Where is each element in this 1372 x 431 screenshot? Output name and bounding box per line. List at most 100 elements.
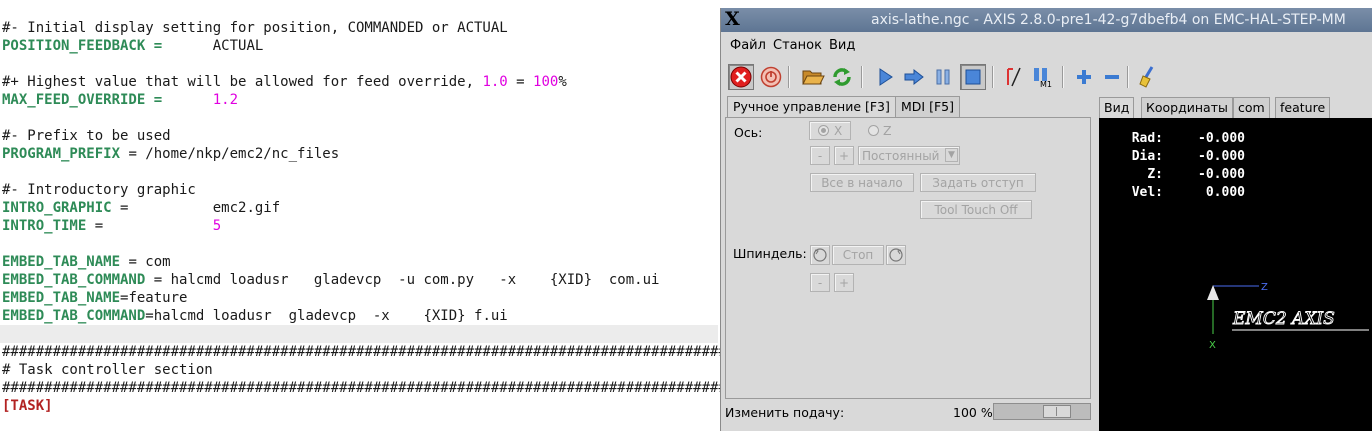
tab-coordinates[interactable]: Координаты xyxy=(1141,97,1233,118)
config-text: =halcmd loadusr gladevcp -x {XID} f.ui xyxy=(145,308,508,324)
editor-line: POSITION_FEEDBACK = ACTUAL xyxy=(2,37,263,55)
preview-x-label: X xyxy=(1209,340,1216,351)
pause-button[interactable] xyxy=(930,64,956,90)
config-text: #- Introductory graphic xyxy=(2,182,196,198)
estop-button[interactable] xyxy=(728,64,754,90)
editor-line: #- Prefix to be used xyxy=(2,127,171,145)
machine-power-button[interactable] xyxy=(758,64,784,90)
tab-manual[interactable]: Ручное управление [F3] xyxy=(727,96,896,119)
spindle-ccw-button[interactable] xyxy=(810,245,830,265)
block-delete-icon xyxy=(1007,67,1021,87)
axis-x-radio[interactable]: X xyxy=(809,121,851,140)
step-icon xyxy=(904,68,924,86)
home-all-button[interactable]: Все в начало xyxy=(810,173,914,192)
editor-line: #- Introductory graphic xyxy=(2,181,196,199)
config-key: MAX_FEED_OVERRIDE = xyxy=(2,92,163,108)
menu-bar: Файл Станок Вид xyxy=(721,32,1372,58)
open-file-button[interactable] xyxy=(800,64,826,90)
config-text: = com xyxy=(120,254,171,270)
play-icon xyxy=(879,68,893,86)
slider-handle[interactable] xyxy=(1043,405,1071,418)
tab-com[interactable]: com xyxy=(1233,97,1270,118)
config-number: 5 xyxy=(212,218,222,234)
zoom-in-button[interactable] xyxy=(1071,64,1097,90)
tool-marker xyxy=(1207,285,1219,300)
power-icon xyxy=(760,66,782,88)
editor-line: #- Initial display setting for position,… xyxy=(2,19,508,37)
spindle-minus-button[interactable]: - xyxy=(810,273,830,292)
config-number: 1.0 xyxy=(482,74,508,90)
feed-override-slider[interactable] xyxy=(993,403,1091,420)
axis-x-label: X xyxy=(834,124,843,138)
folder-open-icon xyxy=(802,70,825,85)
block-delete-button[interactable] xyxy=(1001,64,1027,90)
zoom-in-icon xyxy=(1077,70,1091,84)
config-number: 1.2 xyxy=(212,92,239,108)
menu-file[interactable]: Файл xyxy=(730,38,766,53)
menu-machine[interactable]: Станок xyxy=(773,38,822,53)
editor-line: INTRO_GRAPHIC = emc2.gif xyxy=(2,199,280,217)
broom-icon xyxy=(1139,66,1154,88)
tab-feature[interactable]: feature xyxy=(1275,97,1331,118)
stop-icon xyxy=(965,69,981,85)
editor-line: EMBED_TAB_NAME = com xyxy=(2,253,171,271)
jog-mode-select[interactable]: Постоянный ▼ xyxy=(858,146,960,165)
touch-off-button[interactable]: Задать отступ xyxy=(920,173,1036,192)
spindle-cw-icon xyxy=(889,248,903,262)
window-icon: X xyxy=(725,8,740,30)
feed-override-label: Изменить подачу: xyxy=(725,405,845,420)
spindle-ccw-icon xyxy=(813,248,827,262)
preview-z-label: Z xyxy=(1261,282,1268,293)
step-button[interactable] xyxy=(901,64,927,90)
spindle-cw-button[interactable] xyxy=(886,245,906,265)
svg-text:M1: M1 xyxy=(1040,80,1052,88)
config-text: ########################################… xyxy=(2,344,720,360)
toolpath-preview[interactable]: Rad: -0.000 Dia: -0.000 Z: -0.000 Vel: 0.000 Z … xyxy=(1099,118,1372,431)
editor-line: EMBED_TAB_COMMAND=halcmd loadusr gladevc… xyxy=(2,307,508,325)
spindle-label: Шпиндель: xyxy=(733,246,807,261)
config-text: #- Prefix to be used xyxy=(2,128,171,144)
reload-icon xyxy=(833,68,851,86)
radio-indicator xyxy=(818,125,829,136)
editor-line: PROGRAM_PREFIX = /home/nkp/emc2/nc_files xyxy=(2,145,339,163)
jog-minus-button[interactable]: - xyxy=(810,146,830,165)
window-title: axis-lathe.ngc - AXIS 2.8.0-pre1-42-g7db… xyxy=(871,12,1346,28)
config-text: #+ Highest value that will be allowed fo… xyxy=(2,74,483,90)
toolbar: M1 xyxy=(721,60,1372,94)
editor-line: ########################################… xyxy=(2,343,720,361)
tab-mdi[interactable]: MDI [F5] xyxy=(895,96,960,118)
axis-window: X axis-lathe.ngc - AXIS 2.8.0-pre1-42-g7… xyxy=(720,8,1372,431)
editor-line: #+ Highest value that will be allowed fo… xyxy=(2,73,567,91)
run-button[interactable] xyxy=(872,64,898,90)
zoom-out-icon xyxy=(1105,75,1119,79)
chevron-down-icon: ▼ xyxy=(945,148,958,162)
jog-plus-button[interactable]: + xyxy=(834,146,854,165)
feed-override-value: 100 % xyxy=(953,405,993,420)
clear-backplot-button[interactable] xyxy=(1135,64,1161,90)
axis-z-label: Z xyxy=(883,123,892,138)
spindle-stop-button[interactable]: Стоп xyxy=(832,245,884,265)
config-text: = /home/nkp/emc2/nc_files xyxy=(120,146,340,162)
editor-line: # Task controller section xyxy=(2,361,213,379)
reload-button[interactable] xyxy=(829,64,855,90)
config-key: EMBED_TAB_COMMAND xyxy=(2,308,146,324)
config-text: #- Initial display setting for position,… xyxy=(2,20,508,36)
emc2-axis-logo: EMC2 AXIS xyxy=(1232,309,1335,329)
zoom-out-button[interactable] xyxy=(1099,64,1125,90)
editor-line: ########################################… xyxy=(2,379,720,397)
config-text: ACTUAL xyxy=(162,38,264,54)
spindle-plus-button[interactable]: + xyxy=(834,273,854,292)
optional-stop-button[interactable]: M1 xyxy=(1030,64,1056,90)
tab-preview[interactable]: Вид xyxy=(1099,97,1135,118)
title-bar[interactable]: X axis-lathe.ngc - AXIS 2.8.0-pre1-42-g7… xyxy=(721,8,1372,32)
axis-z-radio[interactable] xyxy=(868,125,879,136)
tool-touch-off-button[interactable]: Tool Touch Off xyxy=(920,200,1032,219)
config-number: 100 xyxy=(533,74,559,90)
config-editor[interactable]: #- Initial display setting for position,… xyxy=(0,0,720,431)
editor-line: MAX_FEED_OVERRIDE = 1.2 xyxy=(2,91,238,109)
menu-view[interactable]: Вид xyxy=(829,38,855,53)
config-text: = halcmd loadusr gladevcp -u com.py -x {… xyxy=(145,272,660,288)
config-text: # Task controller section xyxy=(2,362,213,378)
stop-button[interactable] xyxy=(960,64,986,90)
config-key: EMBED_TAB_NAME xyxy=(2,290,121,306)
